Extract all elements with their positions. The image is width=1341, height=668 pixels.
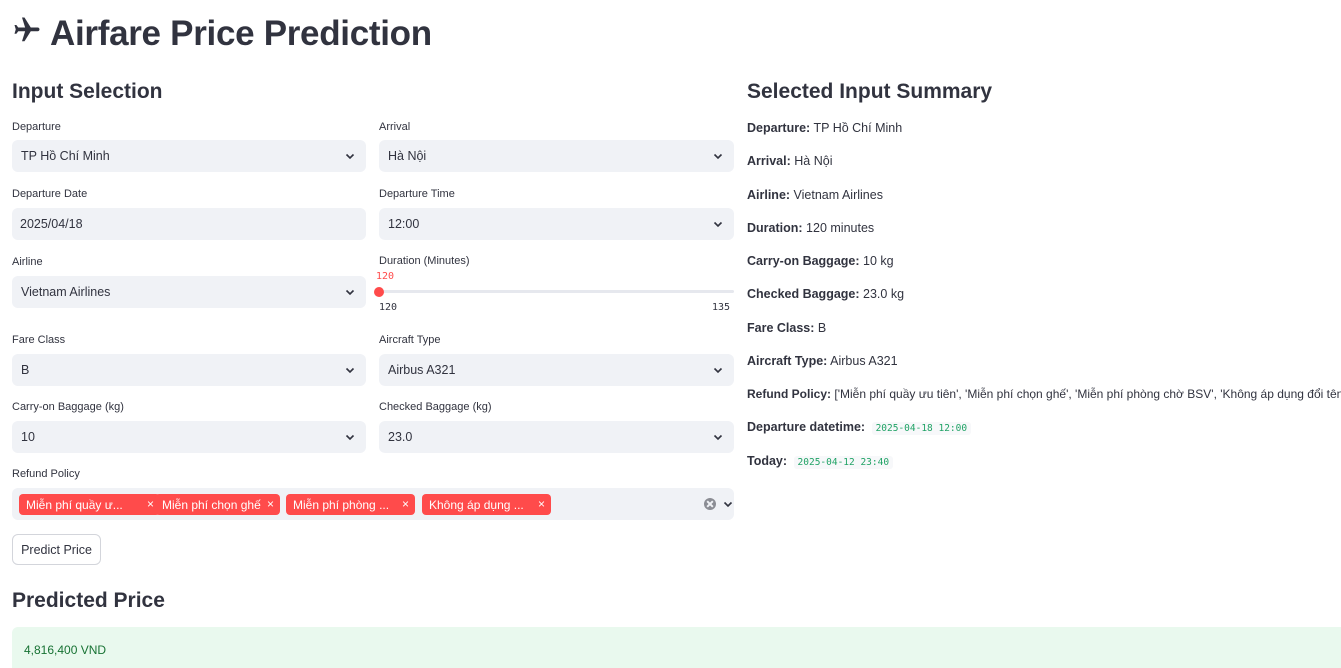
summary-value: 10 kg <box>863 254 894 268</box>
refund-tag-label: Miễn phí chọn ghế <box>162 497 261 512</box>
summary-row: Arrival: Hà Nội <box>747 154 832 168</box>
duration-slider-track[interactable] <box>379 290 734 293</box>
chevron-down-icon <box>713 153 723 160</box>
summary-value: Vietnam Airlines <box>793 188 883 202</box>
duration-slider-min: 120 <box>379 302 398 313</box>
summary-row: Departure: TP Hồ Chí Minh <box>747 121 902 135</box>
refund-tag-label: Miễn phí quầy ư... <box>26 497 123 512</box>
duration-label: Duration (Minutes) <box>379 255 470 267</box>
aircraft-type-label: Aircraft Type <box>379 334 441 346</box>
summary-key: Arrival: <box>747 154 791 168</box>
chevron-down-icon[interactable] <box>722 498 734 510</box>
departure-date-input[interactable]: 2025/04/18 <box>12 208 366 240</box>
departure-time-label: Departure Time <box>379 188 455 200</box>
summary-value: ['Miễn phí quầy ưu tiên', 'Miễn phí chọn… <box>834 387 1341 401</box>
input-selection-heading: Input Selection <box>12 80 163 103</box>
summary-heading: Selected Input Summary <box>747 80 993 103</box>
summary-value: TP Hồ Chí Minh <box>813 121 903 135</box>
departure-label: Departure <box>12 121 61 133</box>
summary-code-value: 2025-04-12 23:40 <box>793 456 894 469</box>
airline-select[interactable]: Vietnam Airlines <box>12 276 366 308</box>
duration-slider-thumb[interactable] <box>374 287 384 297</box>
checked-baggage-select[interactable]: 23.0 <box>379 421 734 453</box>
refund-tag[interactable]: Miễn phí phòng ... × <box>286 494 415 515</box>
departure-value: TP Hồ Chí Minh <box>21 149 110 163</box>
page-title-text: Airfare Price Prediction <box>50 14 432 53</box>
refund-tag[interactable]: Không áp dụng ... × <box>422 494 551 515</box>
summary-row: Departure datetime: 2025-04-18 12:00 <box>747 420 972 435</box>
departure-time-select[interactable]: 12:00 <box>379 208 734 240</box>
summary-key: Today: <box>747 454 788 468</box>
chevron-down-icon <box>345 367 355 374</box>
summary-value: 120 minutes <box>806 221 875 235</box>
summary-key: Checked Baggage: <box>747 287 860 301</box>
departure-date-value: 2025/04/18 <box>20 217 83 231</box>
predicted-price-alert: 4,816,400 VND <box>12 627 1341 668</box>
summary-row: Aircraft Type: Airbus A321 <box>747 354 898 368</box>
fare-class-label: Fare Class <box>12 334 66 346</box>
fare-class-select[interactable]: B <box>12 354 366 386</box>
summary-key: Departure: <box>747 121 811 135</box>
arrival-value: Hà Nội <box>388 149 427 163</box>
predicted-price-heading: Predicted Price <box>12 589 165 612</box>
summary-row: Airline: Vietnam Airlines <box>747 188 883 202</box>
refund-tag[interactable]: Miễn phí quầy ư... × <box>19 494 160 515</box>
refund-tag[interactable]: Miễn phí chọn ghế × <box>155 494 280 515</box>
refund-tag-label: Không áp dụng ... <box>429 497 524 512</box>
remove-tag-icon[interactable]: × <box>402 497 409 511</box>
summary-value: Airbus A321 <box>830 354 898 368</box>
chevron-down-icon <box>345 153 355 160</box>
chevron-down-icon <box>713 367 723 374</box>
departure-select[interactable]: TP Hồ Chí Minh <box>12 140 366 172</box>
summary-row: Carry-on Baggage: 10 kg <box>747 254 894 268</box>
checked-baggage-value: 23.0 <box>388 430 413 444</box>
summary-key: Departure datetime: <box>747 420 866 434</box>
summary-key: Aircraft Type: <box>747 354 828 368</box>
remove-tag-icon[interactable]: × <box>267 497 274 511</box>
checked-baggage-label: Checked Baggage (kg) <box>379 401 492 413</box>
clear-all-icon[interactable] <box>704 498 716 510</box>
summary-code-value: 2025-04-18 12:00 <box>871 422 972 435</box>
page-title: Airfare Price Prediction <box>12 14 432 54</box>
aircraft-type-value: Airbus A321 <box>388 363 456 377</box>
airplane-icon <box>12 15 42 53</box>
summary-key: Fare Class: <box>747 321 815 335</box>
fare-class-value: B <box>21 363 30 377</box>
predict-price-button[interactable]: Predict Price <box>12 534 101 565</box>
summary-row: Today: 2025-04-12 23:40 <box>747 454 894 469</box>
airline-value: Vietnam Airlines <box>21 285 111 299</box>
chevron-down-icon <box>345 434 355 441</box>
summary-value: B <box>817 321 827 335</box>
departure-time-value: 12:00 <box>388 217 420 231</box>
refund-policy-label: Refund Policy <box>12 468 80 480</box>
departure-date-label: Departure Date <box>12 188 88 200</box>
summary-key: Duration: <box>747 221 803 235</box>
carry-on-value: 10 <box>21 430 35 444</box>
arrival-select[interactable]: Hà Nội <box>379 140 734 172</box>
carry-on-label: Carry-on Baggage (kg) <box>12 401 124 413</box>
summary-key: Refund Policy: <box>747 387 832 401</box>
aircraft-type-select[interactable]: Airbus A321 <box>379 354 734 386</box>
summary-key: Carry-on Baggage: <box>747 254 860 268</box>
summary-value: Hà Nội <box>794 154 833 168</box>
refund-tag-label: Miễn phí phòng ... <box>293 497 390 512</box>
chevron-down-icon <box>713 434 723 441</box>
chevron-down-icon <box>713 221 723 228</box>
summary-row: Checked Baggage: 23.0 kg <box>747 287 904 301</box>
chevron-down-icon <box>345 289 355 296</box>
summary-row: Duration: 120 minutes <box>747 221 874 235</box>
duration-slider-max: 135 <box>712 302 731 313</box>
airline-label: Airline <box>12 256 43 268</box>
remove-tag-icon[interactable]: × <box>147 497 154 511</box>
summary-row: Refund Policy: ['Miễn phí quầy ưu tiên',… <box>747 387 1341 401</box>
predicted-price-value: 4,816,400 VND <box>24 643 107 657</box>
summary-value: 23.0 kg <box>863 287 905 301</box>
remove-tag-icon[interactable]: × <box>538 497 545 511</box>
arrival-label: Arrival <box>379 121 411 133</box>
summary-row: Fare Class: B <box>747 321 826 335</box>
refund-policy-multiselect[interactable]: Miễn phí quầy ư... × Miễn phí chọn ghế ×… <box>12 488 734 520</box>
summary-key: Airline: <box>747 188 791 202</box>
carry-on-select[interactable]: 10 <box>12 421 366 453</box>
duration-slider-value: 120 <box>376 271 395 282</box>
